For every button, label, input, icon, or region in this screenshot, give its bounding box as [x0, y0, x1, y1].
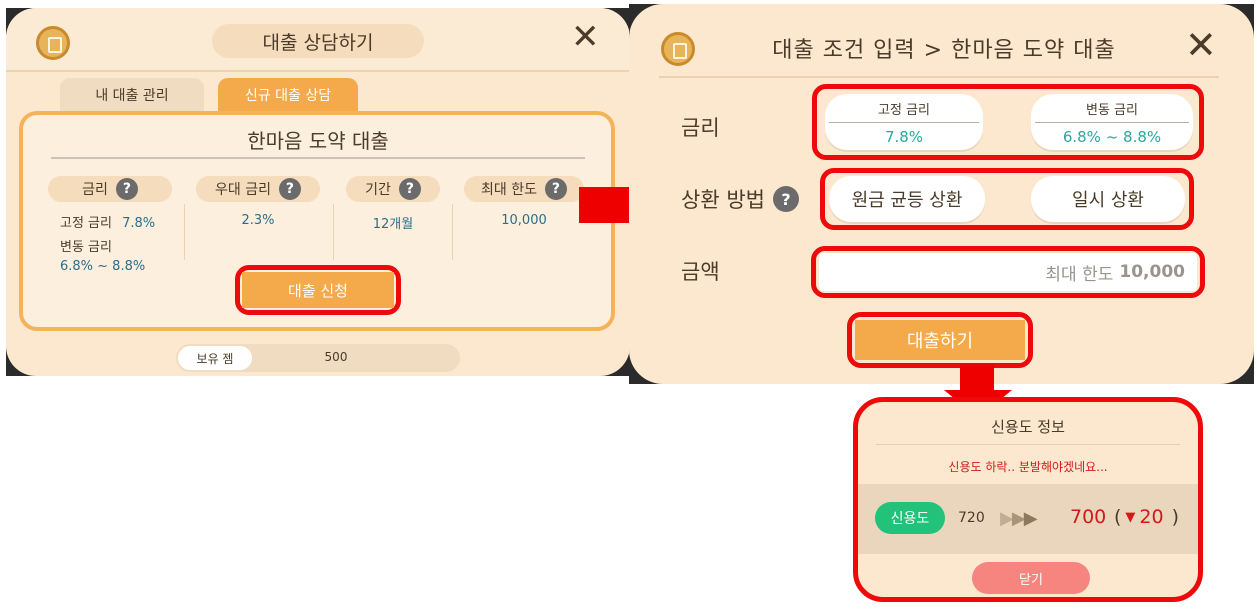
help-icon[interactable]: ?: [115, 178, 138, 200]
loan-consult-panel: 대출 상담하기 ✕ 내 대출 관리 신규 대출 상담 한마음 도약 대출 금리?…: [6, 8, 630, 376]
product-divider: [51, 157, 585, 159]
help-icon[interactable]: ?: [544, 178, 567, 200]
column-divider: [452, 204, 453, 260]
fixed-rate-row: 고정 금리 7.8%: [60, 216, 156, 231]
arrow-triangles-icon: ▶▶▶: [1000, 508, 1038, 529]
apply-loan-button[interactable]: 대출 신청: [242, 272, 394, 308]
panel-title: 대출 상담하기: [212, 24, 424, 58]
column-divider: [184, 204, 185, 260]
fixed-rate-option[interactable]: 고정 금리 7.8%: [825, 94, 983, 150]
header-divider: [659, 76, 1219, 78]
variable-rate-label: 변동 금리: [60, 240, 112, 255]
close-popup-button[interactable]: 닫기: [972, 562, 1090, 594]
variable-rate-option-value: 6.8% ~ 8.8%: [1062, 127, 1162, 146]
old-score: 720: [958, 510, 985, 526]
close-icon[interactable]: ✕: [1185, 26, 1217, 64]
fixed-rate-option-name: 고정 금리: [829, 99, 979, 123]
variable-rate-option-name: 변동 금리: [1035, 99, 1189, 123]
down-triangle-icon: ▼: [1125, 509, 1136, 525]
repayment-label: 상환 방법?: [681, 184, 799, 214]
help-icon[interactable]: ?: [398, 178, 421, 200]
variable-rate-value: 6.8% ~ 8.8%: [60, 259, 146, 274]
limit-value: 10,000: [501, 213, 547, 228]
credit-popup: 신용도 정보 신용도 하락.. 분발해야겠네요... 신용도 720 ▶▶▶ 7…: [853, 397, 1203, 602]
popup-message: 신용도 하락.. 분발해야겠네요...: [948, 460, 1108, 474]
new-score: 700: [1070, 506, 1107, 528]
loan-conditions-panel: 대출 조건 입력 > 한마음 도약 대출 ✕ 금리 고정 금리 7.8% 변동 …: [629, 4, 1254, 384]
popup-divider: [876, 444, 1180, 445]
amount-input[interactable]: 최대 한도 10,000: [819, 253, 1197, 291]
panel-title: 대출 조건 입력 > 한마음 도약 대출: [772, 38, 1116, 63]
column-divider: [333, 204, 334, 260]
principal-equal-option[interactable]: 원금 균등 상환: [829, 176, 985, 222]
help-icon[interactable]: ?: [772, 186, 799, 212]
period-value: 12개월: [372, 217, 414, 232]
flow-arrow-down: [960, 364, 994, 392]
tab-new-loan[interactable]: 신규 대출 상담: [218, 78, 358, 112]
close-icon[interactable]: ✕: [571, 20, 600, 54]
gems-value: 500: [324, 350, 348, 364]
lump-sum-option[interactable]: 일시 상환: [1031, 176, 1185, 222]
emblem-icon: [661, 32, 695, 66]
rate-label: 금리: [681, 116, 720, 140]
gems-label: 보유 젬: [178, 346, 252, 370]
credit-badge: 신용도: [875, 502, 945, 534]
variable-rate-option[interactable]: 변동 금리 6.8% ~ 8.8%: [1031, 94, 1193, 150]
col-rate-header: 금리?: [48, 176, 172, 202]
preferential-rate-value: 2.3%: [241, 213, 275, 228]
tab-my-loans[interactable]: 내 대출 관리: [60, 78, 204, 112]
score-change: ( ▼ 20 ): [1114, 506, 1180, 528]
help-icon[interactable]: ?: [278, 178, 301, 200]
popup-title: 신용도 정보: [991, 418, 1065, 436]
take-loan-button[interactable]: 대출하기: [855, 320, 1025, 360]
product-name: 한마음 도약 대출: [247, 129, 389, 153]
emblem-icon: [36, 26, 70, 60]
col-pref-header: 우대 금리?: [196, 176, 320, 202]
col-period-header: 기간?: [346, 176, 440, 202]
fixed-rate-option-value: 7.8%: [884, 127, 924, 146]
col-limit-header: 최대 한도?: [464, 176, 584, 202]
amount-label: 금액: [681, 260, 720, 284]
